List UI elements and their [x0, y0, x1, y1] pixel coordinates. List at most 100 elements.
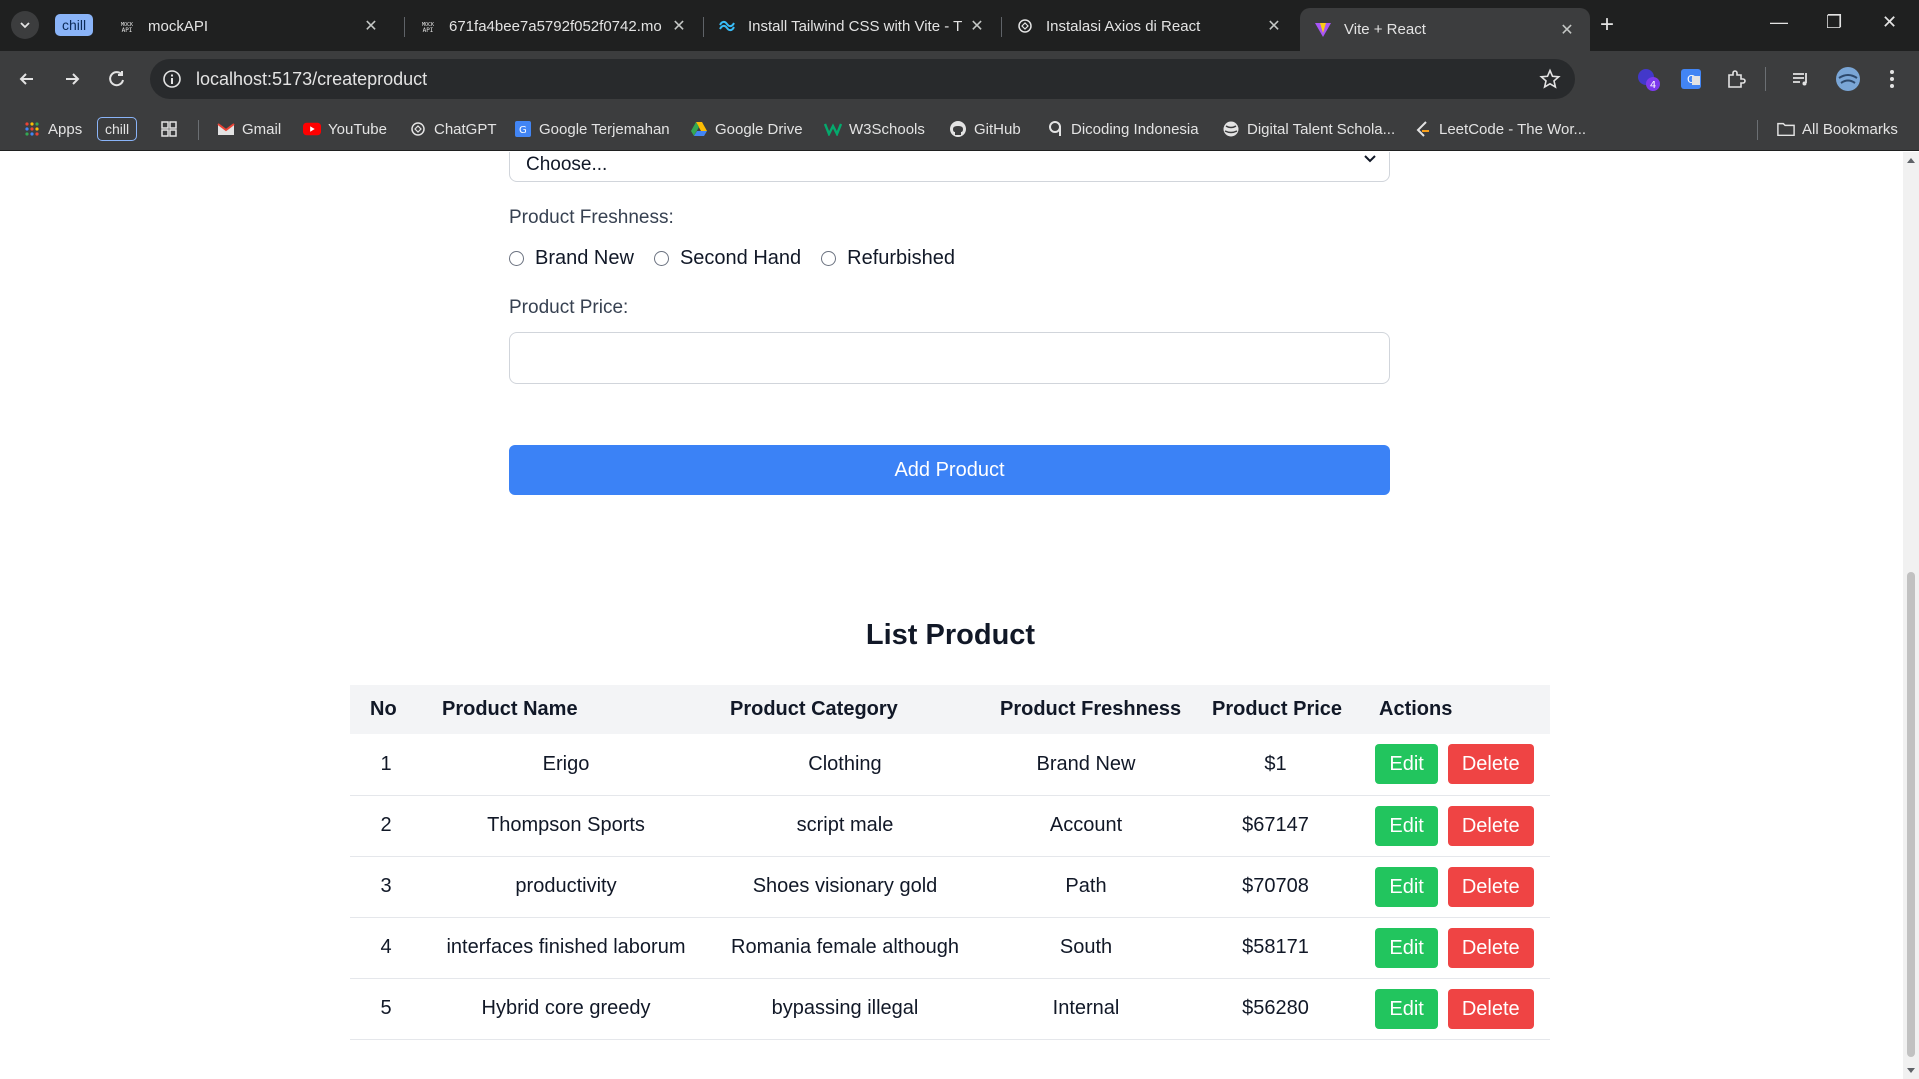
- page-scrollbar[interactable]: [1903, 152, 1919, 1079]
- add-product-button[interactable]: Add Product: [509, 445, 1390, 495]
- tab-tailwind[interactable]: Install Tailwind CSS with Vite - T ✕: [704, 8, 1000, 44]
- svg-text:API: API: [423, 27, 434, 34]
- radio-brand-new[interactable]: Brand New: [509, 247, 634, 270]
- bookmark-tab-groups[interactable]: [160, 117, 185, 141]
- scrollbar-thumb[interactable]: [1907, 572, 1915, 1057]
- cell-name: productivity: [422, 856, 710, 918]
- new-tab-button[interactable]: +: [1600, 13, 1614, 37]
- restore-icon[interactable]: ❐: [1826, 12, 1842, 33]
- bookmark-label: Gmail: [242, 120, 282, 138]
- bookmark-w3schools[interactable]: W3Schools: [824, 117, 925, 141]
- w3schools-icon: [824, 120, 842, 138]
- product-table: No Product Name Product Category Product…: [350, 685, 1550, 1040]
- tab-search-button[interactable]: [11, 11, 39, 39]
- radio-label: Refurbished: [847, 247, 955, 269]
- chevron-down-icon: [20, 22, 30, 29]
- close-icon[interactable]: ✕: [968, 16, 986, 36]
- bookmark-label: chill: [97, 117, 138, 141]
- radio-second-hand[interactable]: Second Hand: [653, 247, 802, 270]
- extension-badge-button[interactable]: 4: [1634, 65, 1662, 93]
- bookmark-label: Apps: [48, 120, 83, 138]
- back-button[interactable]: [13, 65, 41, 93]
- media-controls-button[interactable]: [1787, 65, 1815, 93]
- bookmark-apps[interactable]: Apps: [23, 117, 82, 141]
- chevron-down-icon: [1363, 152, 1377, 169]
- bookmark-star-icon[interactable]: [1539, 68, 1561, 95]
- leetcode-icon: [1414, 120, 1432, 138]
- minimize-icon[interactable]: —: [1770, 12, 1788, 33]
- delete-button[interactable]: Delete: [1447, 866, 1534, 907]
- arrow-right-icon: [66, 73, 80, 85]
- cell-actions: Edit Delete: [1359, 856, 1550, 918]
- close-window-icon[interactable]: ✕: [1882, 12, 1897, 33]
- cell-actions: Edit Delete: [1359, 917, 1550, 979]
- radio-button[interactable]: [509, 251, 524, 266]
- bookmark-youtube[interactable]: YouTube: [303, 117, 387, 141]
- tab-axios[interactable]: Instalasi Axios di React ✕: [1002, 8, 1297, 44]
- cell-freshness: Account: [980, 795, 1192, 857]
- delete-button[interactable]: Delete: [1447, 927, 1534, 968]
- all-bookmarks-button[interactable]: All Bookmarks: [1777, 117, 1898, 141]
- radio-label: Second Hand: [679, 247, 802, 269]
- translate-extension-button[interactable]: G: [1677, 65, 1705, 93]
- site-info-icon[interactable]: [162, 69, 182, 94]
- tab-mockapi[interactable]: MOCK API mockAPI ✕: [104, 8, 394, 44]
- cell-name: Thompson Sports: [422, 795, 710, 857]
- cell-category: Shoes visionary gold: [710, 856, 980, 918]
- svg-text:API: API: [122, 27, 133, 34]
- scroll-up-arrow-icon[interactable]: [1907, 158, 1915, 163]
- delete-button[interactable]: Delete: [1447, 744, 1534, 785]
- tab-title: Install Tailwind CSS with Vite - T: [748, 17, 963, 35]
- tab-group-chip[interactable]: chill: [55, 14, 94, 36]
- extensions-button[interactable]: [1722, 65, 1750, 93]
- close-icon[interactable]: ✕: [362, 16, 380, 36]
- close-icon[interactable]: ✕: [1558, 20, 1576, 40]
- edit-button[interactable]: Edit: [1375, 866, 1438, 907]
- bookmark-gmail[interactable]: Gmail: [217, 117, 281, 141]
- edit-button[interactable]: Edit: [1375, 805, 1438, 846]
- mockapi-icon: MOCK API: [419, 17, 437, 35]
- bookmark-digital-talent[interactable]: Digital Talent Schola...: [1222, 117, 1395, 141]
- bookmark-dicoding[interactable]: Dicoding Indonesia: [1046, 117, 1199, 141]
- folder-icon: [1777, 120, 1795, 138]
- menu-button[interactable]: [1878, 65, 1906, 93]
- edit-button[interactable]: Edit: [1375, 988, 1438, 1029]
- radio-button[interactable]: [653, 251, 669, 266]
- tab-mockapi-resource[interactable]: MOCK API 671fa4bee7a5792f052f0742.mo ✕: [405, 8, 702, 44]
- bookmark-google-drive[interactable]: Google Drive: [690, 117, 803, 141]
- tab-title: Vite + React: [1344, 21, 1426, 38]
- bookmark-google-translate[interactable]: G Google Terjemahan: [514, 117, 670, 141]
- delete-button[interactable]: Delete: [1447, 805, 1534, 846]
- select-value: Choose...: [526, 154, 608, 175]
- edit-button[interactable]: Edit: [1375, 744, 1438, 785]
- cell-no: 5: [350, 978, 422, 1040]
- delete-button[interactable]: Delete: [1447, 988, 1534, 1029]
- table-row: 2 Thompson Sports script male Account $6…: [350, 795, 1550, 857]
- scroll-down-arrow-icon[interactable]: [1907, 1068, 1915, 1073]
- profile-avatar-button[interactable]: [1834, 65, 1862, 93]
- radio-refurbished[interactable]: Refurbished: [821, 247, 955, 270]
- bookmark-chill-group[interactable]: chill: [97, 117, 138, 141]
- reload-button[interactable]: [103, 65, 131, 93]
- radio-button[interactable]: [821, 251, 837, 266]
- cell-no: 2: [350, 795, 422, 857]
- tab-vite-react[interactable]: Vite + React ✕: [1300, 8, 1590, 51]
- forward-button[interactable]: [58, 65, 86, 93]
- product-price-input[interactable]: [509, 332, 1390, 384]
- column-header-actions: Actions: [1359, 685, 1550, 734]
- close-icon[interactable]: ✕: [670, 16, 688, 36]
- bookmark-github[interactable]: GitHub: [949, 117, 1021, 141]
- address-bar[interactable]: localhost:5173/createproduct: [150, 59, 1575, 99]
- bookmark-leetcode[interactable]: LeetCode - The Wor...: [1414, 117, 1586, 141]
- close-icon[interactable]: ✕: [1265, 16, 1283, 36]
- url-text[interactable]: localhost:5173/createproduct: [196, 69, 427, 89]
- bookmark-label: W3Schools: [849, 120, 925, 138]
- bookmark-label: Dicoding Indonesia: [1071, 120, 1199, 138]
- edit-button[interactable]: Edit: [1375, 927, 1438, 968]
- product-category-select[interactable]: Choose...: [509, 152, 1390, 182]
- cell-price: $70708: [1192, 856, 1359, 918]
- bookmark-chatgpt[interactable]: ChatGPT: [409, 117, 497, 141]
- drive-icon: [690, 120, 708, 138]
- page-content: Choose... Product Freshness: Brand New S…: [0, 152, 1903, 1079]
- cell-no: 1: [350, 734, 422, 796]
